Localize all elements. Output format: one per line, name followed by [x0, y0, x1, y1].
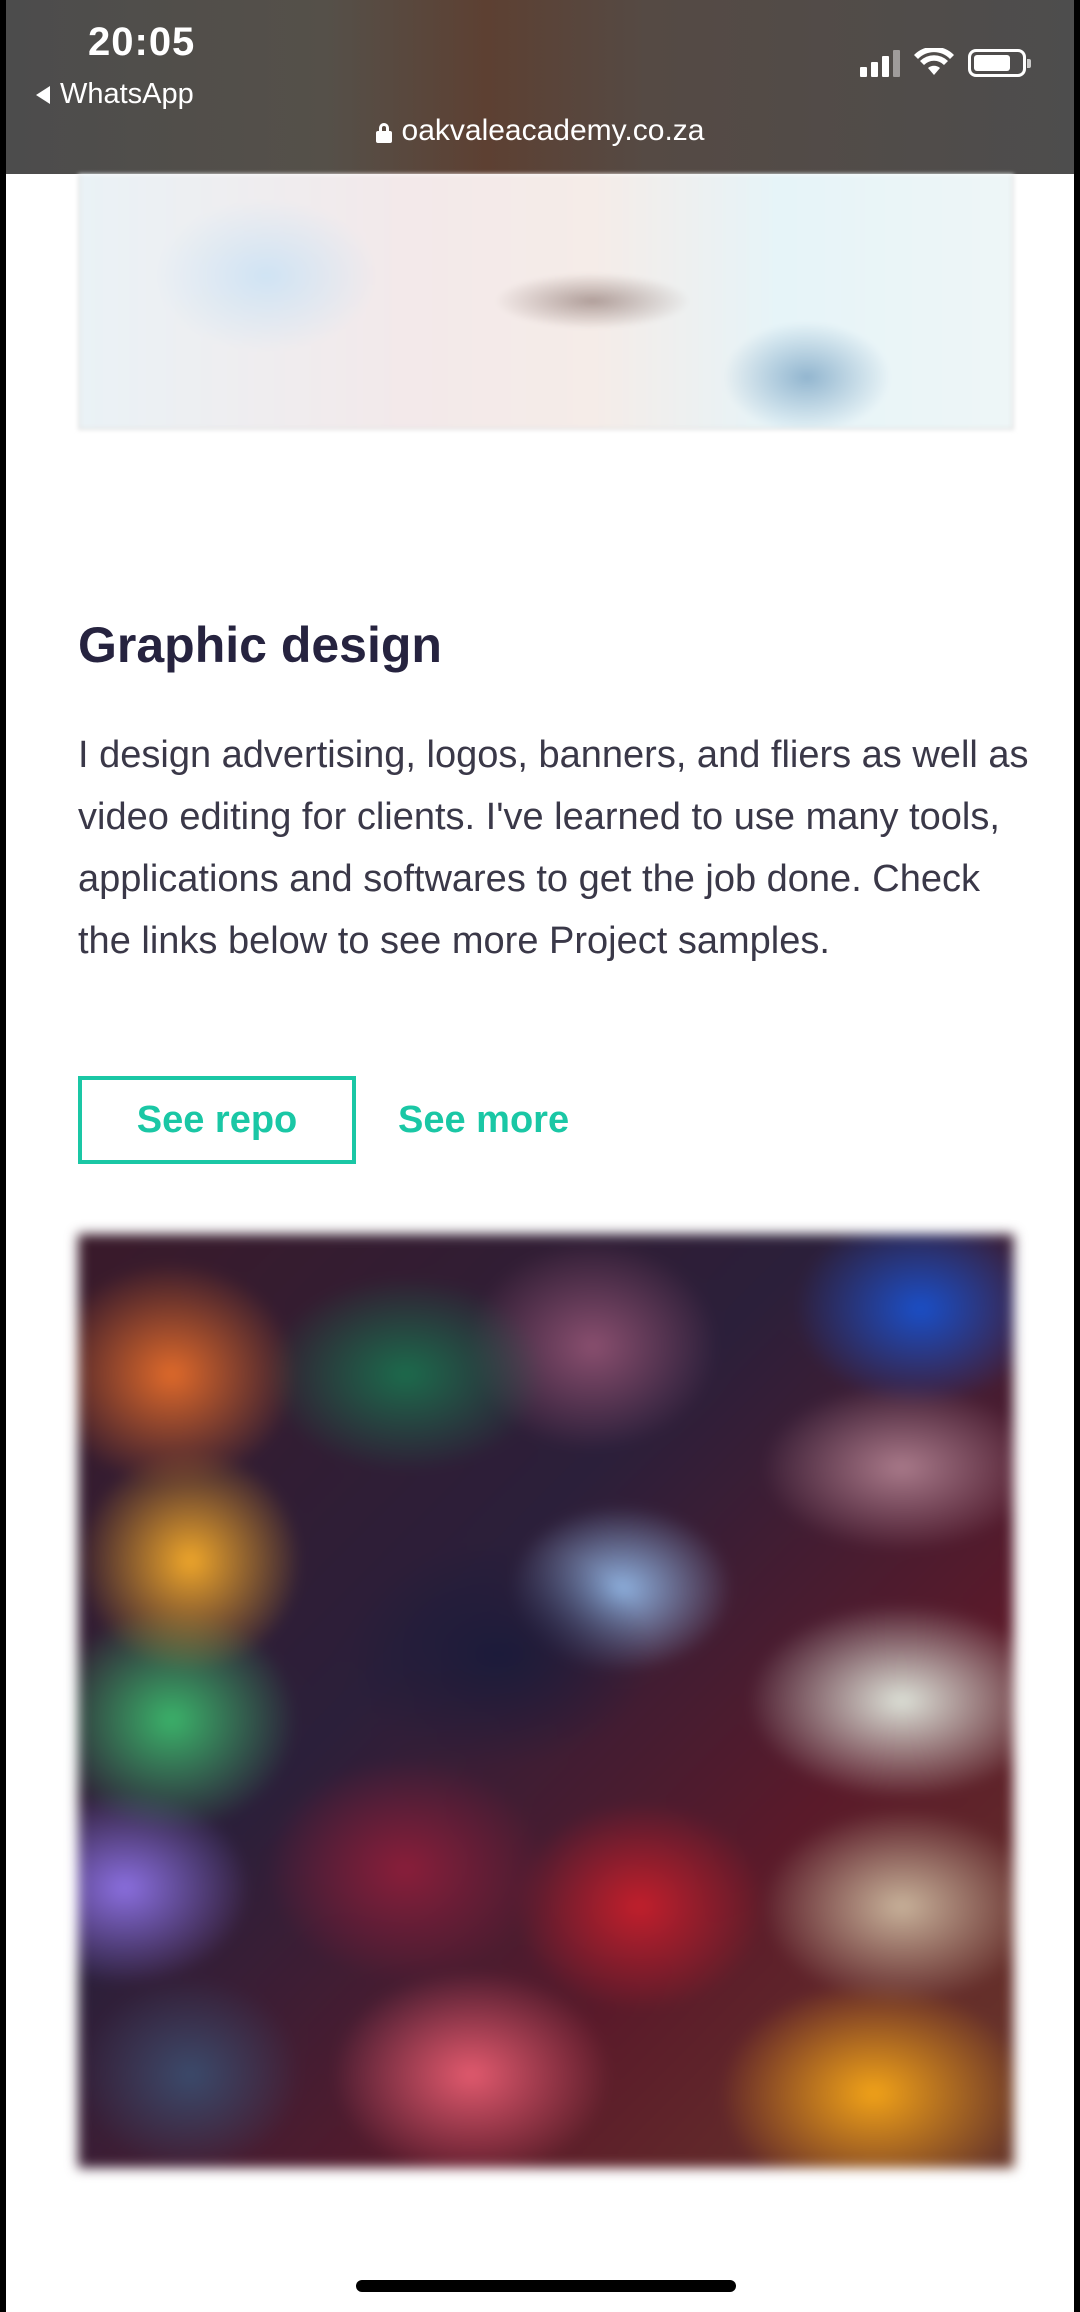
project-sample-image	[78, 1234, 1014, 2168]
wifi-icon	[914, 48, 954, 75]
lock-icon	[375, 123, 392, 143]
back-app-label: WhatsApp	[60, 78, 194, 110]
status-and-url-bar: 20:05 WhatsApp oakvaleacademy.co.za	[6, 0, 1074, 174]
status-icons	[860, 48, 1031, 78]
status-time: 20:05	[88, 20, 196, 64]
url-bar[interactable]: oakvaleacademy.co.za	[6, 114, 1074, 148]
see-repo-button[interactable]: See repo	[78, 1076, 356, 1164]
battery-icon	[968, 49, 1031, 77]
section-description: I design advertising, logos, banners, an…	[78, 734, 1029, 962]
back-arrow-icon	[36, 85, 50, 104]
section-title: Graphic design	[78, 617, 442, 673]
url-text: oakvaleacademy.co.za	[401, 114, 705, 147]
back-to-app-link[interactable]: WhatsApp	[36, 78, 194, 111]
see-more-link[interactable]: See more	[398, 1076, 569, 1164]
previous-project-image	[78, 174, 1014, 430]
signal-icon	[860, 49, 900, 77]
home-indicator[interactable]	[356, 2280, 736, 2292]
phone-screen: 20:05 WhatsApp oakvaleacademy.co.za Grap…	[0, 0, 1080, 2312]
